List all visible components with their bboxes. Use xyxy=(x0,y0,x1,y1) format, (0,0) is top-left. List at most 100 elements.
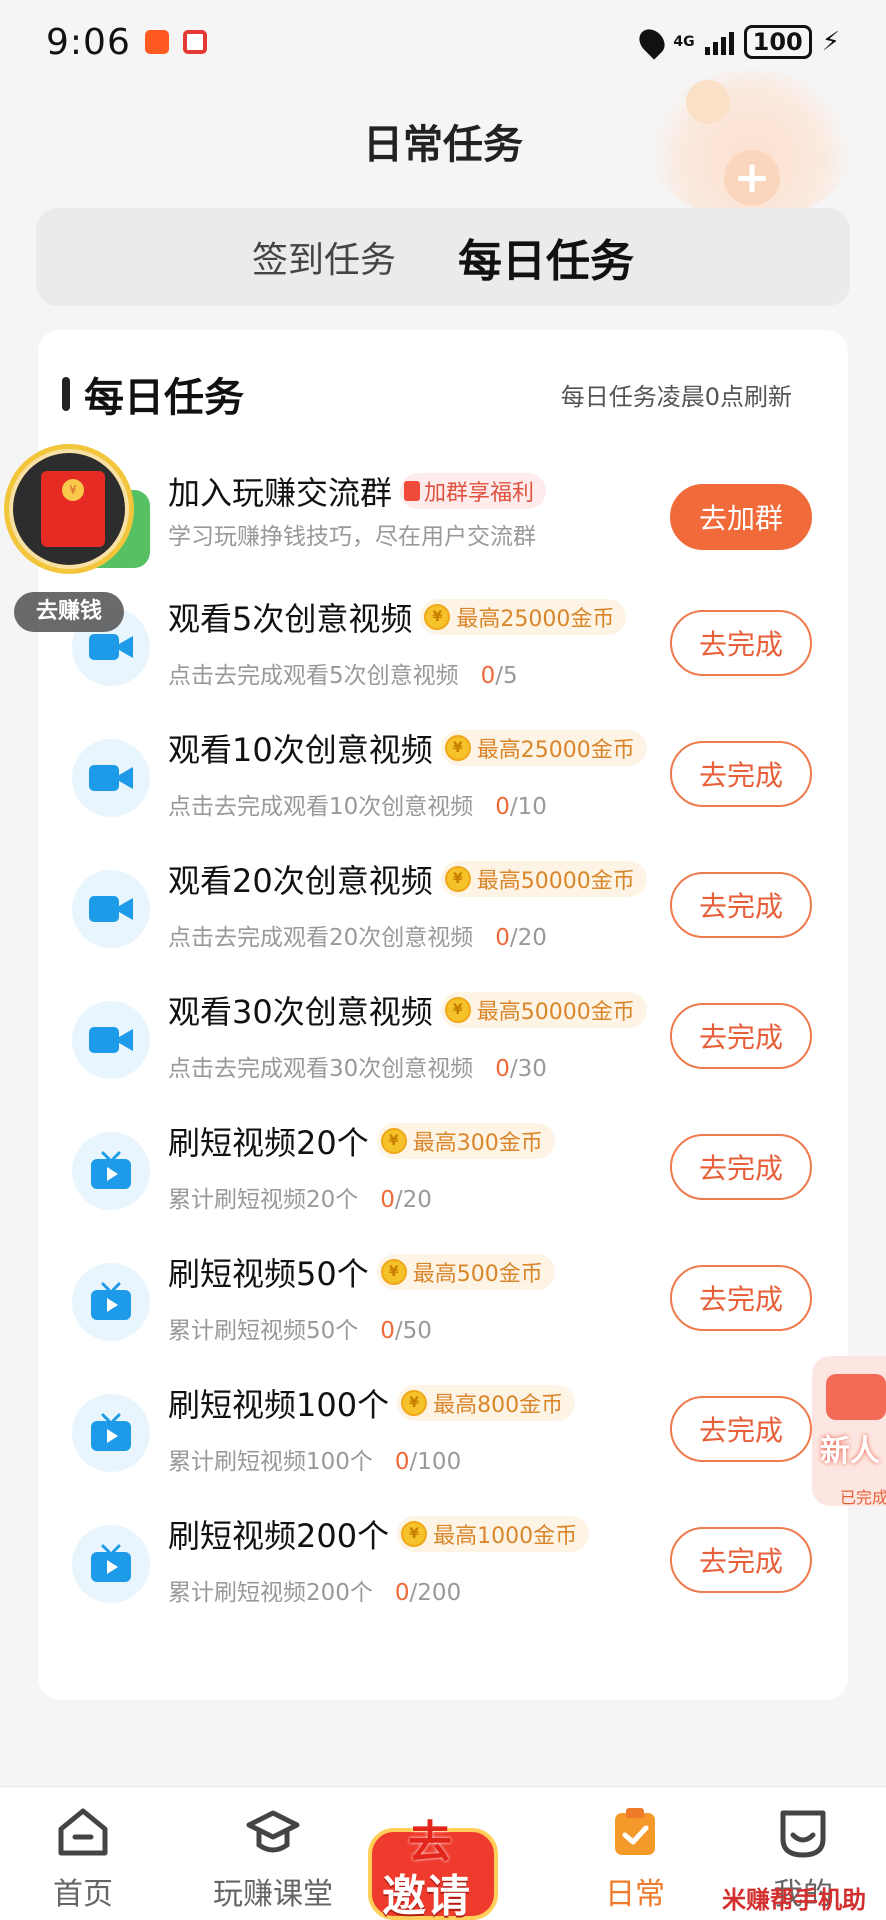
progress-total: /200 xyxy=(409,1580,462,1606)
task-title: 观看5次创意视频 xyxy=(168,600,413,638)
red-envelope-icon xyxy=(826,1374,886,1420)
coin-icon: ¥ xyxy=(401,1521,428,1547)
complete-button[interactable]: 去完成 xyxy=(670,610,812,676)
reward-text: 最高1000金币 xyxy=(433,1524,578,1549)
task-title: 刷短视频200个 xyxy=(168,1517,390,1555)
signal-icon xyxy=(704,29,734,55)
video-camera-icon xyxy=(72,870,150,948)
task-progress: 0/30 xyxy=(495,1056,547,1082)
reward-text: 最高300金币 xyxy=(412,1131,543,1156)
daily-tasks-card: 每日任务 每日任务凌晨0点刷新 加入玩赚交流群 加群享福利 学习玩赚挣钱技巧，尽… xyxy=(38,330,848,1700)
status-time: 9:06 xyxy=(46,21,131,63)
complete-button[interactable]: 去完成 xyxy=(670,872,812,938)
reward-badge: ¥ 最高25000金币 xyxy=(420,599,627,635)
progress-done: 0 xyxy=(394,1449,410,1475)
task-progress: 0/100 xyxy=(395,1449,461,1475)
invite-button[interactable]: 去 邀请 xyxy=(368,1806,498,1920)
coin-icon: ¥ xyxy=(401,1390,428,1416)
task-row: 刷短视频100个 ¥ 最高800金币 累计刷短视频100个 0/100 去完成 xyxy=(38,1378,848,1508)
progress-done: 0 xyxy=(394,1580,410,1606)
reward-badge: ¥ 最高1000金币 xyxy=(397,1516,590,1552)
tab-checkin-tasks[interactable]: 签到任务 xyxy=(252,231,396,283)
reward-text: 最高50000金币 xyxy=(476,869,635,894)
task-description-text: 点击去完成观看5次创意视频 xyxy=(168,663,459,689)
task-description-text: 累计刷短视频50个 xyxy=(168,1318,359,1344)
reward-badge: ¥ 最高25000金币 xyxy=(440,730,647,766)
newuser-float-button[interactable]: 新人 已完成 xyxy=(812,1356,886,1507)
reward-badge: ¥ 最高500金币 xyxy=(376,1254,555,1290)
task-row: 观看10次创意视频 ¥ 最高25000金币 点击去完成观看10次创意视频 0/10 … xyxy=(38,723,848,853)
notification-app-icon xyxy=(144,30,169,54)
task-title: 刷短视频100个 xyxy=(168,1386,390,1424)
progress-total: /5 xyxy=(495,663,518,689)
location-icon xyxy=(634,24,671,60)
home-icon xyxy=(58,1808,108,1856)
task-description: 点击去完成观看20次创意视频 0/20 xyxy=(168,918,547,952)
coin-icon: ¥ xyxy=(444,997,471,1023)
complete-button[interactable]: 去完成 xyxy=(670,1003,812,1069)
invite-text-bottom: 邀请 xyxy=(382,1871,470,1920)
reward-text: 最高50000金币 xyxy=(476,1000,635,1025)
charging-icon: ⚡ xyxy=(821,27,840,57)
progress-total: /100 xyxy=(409,1449,462,1475)
complete-button[interactable]: 去完成 xyxy=(670,1134,812,1200)
video-camera-icon xyxy=(72,739,150,817)
task-progress: 0/5 xyxy=(481,663,518,689)
task-row: 观看20次创意视频 ¥ 最高50000金币 点击去完成观看20次创意视频 0/20 … xyxy=(38,854,848,984)
newuser-label: 新人 xyxy=(820,1434,880,1469)
task-title: 观看30次创意视频 xyxy=(168,993,433,1031)
task-row: 观看5次创意视频 ¥ 最高25000金币 点击去完成观看5次创意视频 0/5 去完成 xyxy=(38,592,848,722)
task-description: 累计刷短视频200个 0/200 xyxy=(168,1573,461,1607)
earn-money-float-button[interactable]: ¥ xyxy=(4,444,134,574)
network-type: 4G xyxy=(673,34,695,50)
notification-app-icon xyxy=(182,30,207,54)
task-title: 刷短视频50个 xyxy=(168,1255,369,1293)
task-progress: 0/20 xyxy=(380,1187,432,1213)
watermark: 米赚帮手机助手 xyxy=(722,1886,866,1914)
status-indicators: 4G 100 ⚡ xyxy=(634,24,840,60)
complete-button[interactable]: 去完成 xyxy=(670,1527,812,1593)
nav-course[interactable]: 玩赚课堂 xyxy=(198,1805,348,1913)
reward-badge: ¥ 最高50000金币 xyxy=(440,992,647,1028)
card-title: 每日任务 xyxy=(84,375,244,421)
tab-daily-tasks[interactable]: 每日任务 xyxy=(458,225,634,289)
coin-icon: ¥ xyxy=(424,604,451,630)
task-title: 加入玩赚交流群 xyxy=(168,474,393,512)
complete-button[interactable]: 去完成 xyxy=(670,1265,812,1331)
tv-play-icon xyxy=(72,1132,150,1210)
task-title: 刷短视频20个 xyxy=(168,1124,369,1162)
battery-icon: 100 xyxy=(743,25,812,59)
coin-icon: ¥ xyxy=(380,1259,407,1285)
earn-money-label[interactable]: 去赚钱 xyxy=(14,592,124,632)
nav-home[interactable]: 首页 xyxy=(8,1805,158,1913)
coin-icon: ¥ xyxy=(380,1128,407,1154)
reward-text: 加群享福利 xyxy=(424,481,535,506)
task-title-row: 刷短视频50个 ¥ 最高500金币 xyxy=(168,1249,555,1295)
task-row: 观看30次创意视频 ¥ 最高50000金币 点击去完成观看30次创意视频 0/30 … xyxy=(38,985,848,1115)
task-title: 观看10次创意视频 xyxy=(168,731,433,769)
task-description-text: 点击去完成观看10次创意视频 xyxy=(168,794,474,820)
task-row: 刷短视频20个 ¥ 最高300金币 累计刷短视频20个 0/20 去完成 xyxy=(38,1116,848,1246)
progress-total: /20 xyxy=(394,1187,432,1213)
task-tabs: 签到任务 每日任务 xyxy=(36,208,850,306)
video-camera-icon xyxy=(72,1001,150,1079)
task-description-text: 点击去完成观看20次创意视频 xyxy=(168,925,474,951)
refresh-note: 每日任务凌晨0点刷新 xyxy=(560,382,792,411)
tv-play-icon xyxy=(72,1525,150,1603)
reward-badge: ¥ 最高800金币 xyxy=(397,1385,576,1421)
nav-daily[interactable]: 日常 xyxy=(560,1805,710,1913)
progress-done: 0 xyxy=(380,1187,395,1213)
progress-total: /50 xyxy=(394,1318,432,1344)
complete-button[interactable]: 去完成 xyxy=(670,741,812,807)
task-title-row: 刷短视频20个 ¥ 最高300金币 xyxy=(168,1118,555,1164)
progress-done: 0 xyxy=(495,925,510,951)
join-group-button[interactable]: 去加群 xyxy=(670,484,812,550)
task-title-row: 刷短视频100个 ¥ 最高800金币 xyxy=(168,1380,576,1426)
task-progress: 0/20 xyxy=(495,925,547,951)
progress-total: /10 xyxy=(509,794,547,820)
tv-play-icon xyxy=(72,1263,150,1341)
complete-button[interactable]: 去完成 xyxy=(670,1396,812,1462)
task-description: 累计刷短视频20个 0/20 xyxy=(168,1180,432,1214)
task-description-text: 累计刷短视频200个 xyxy=(168,1580,373,1606)
task-title-row: 加入玩赚交流群 加群享福利 xyxy=(168,468,547,514)
